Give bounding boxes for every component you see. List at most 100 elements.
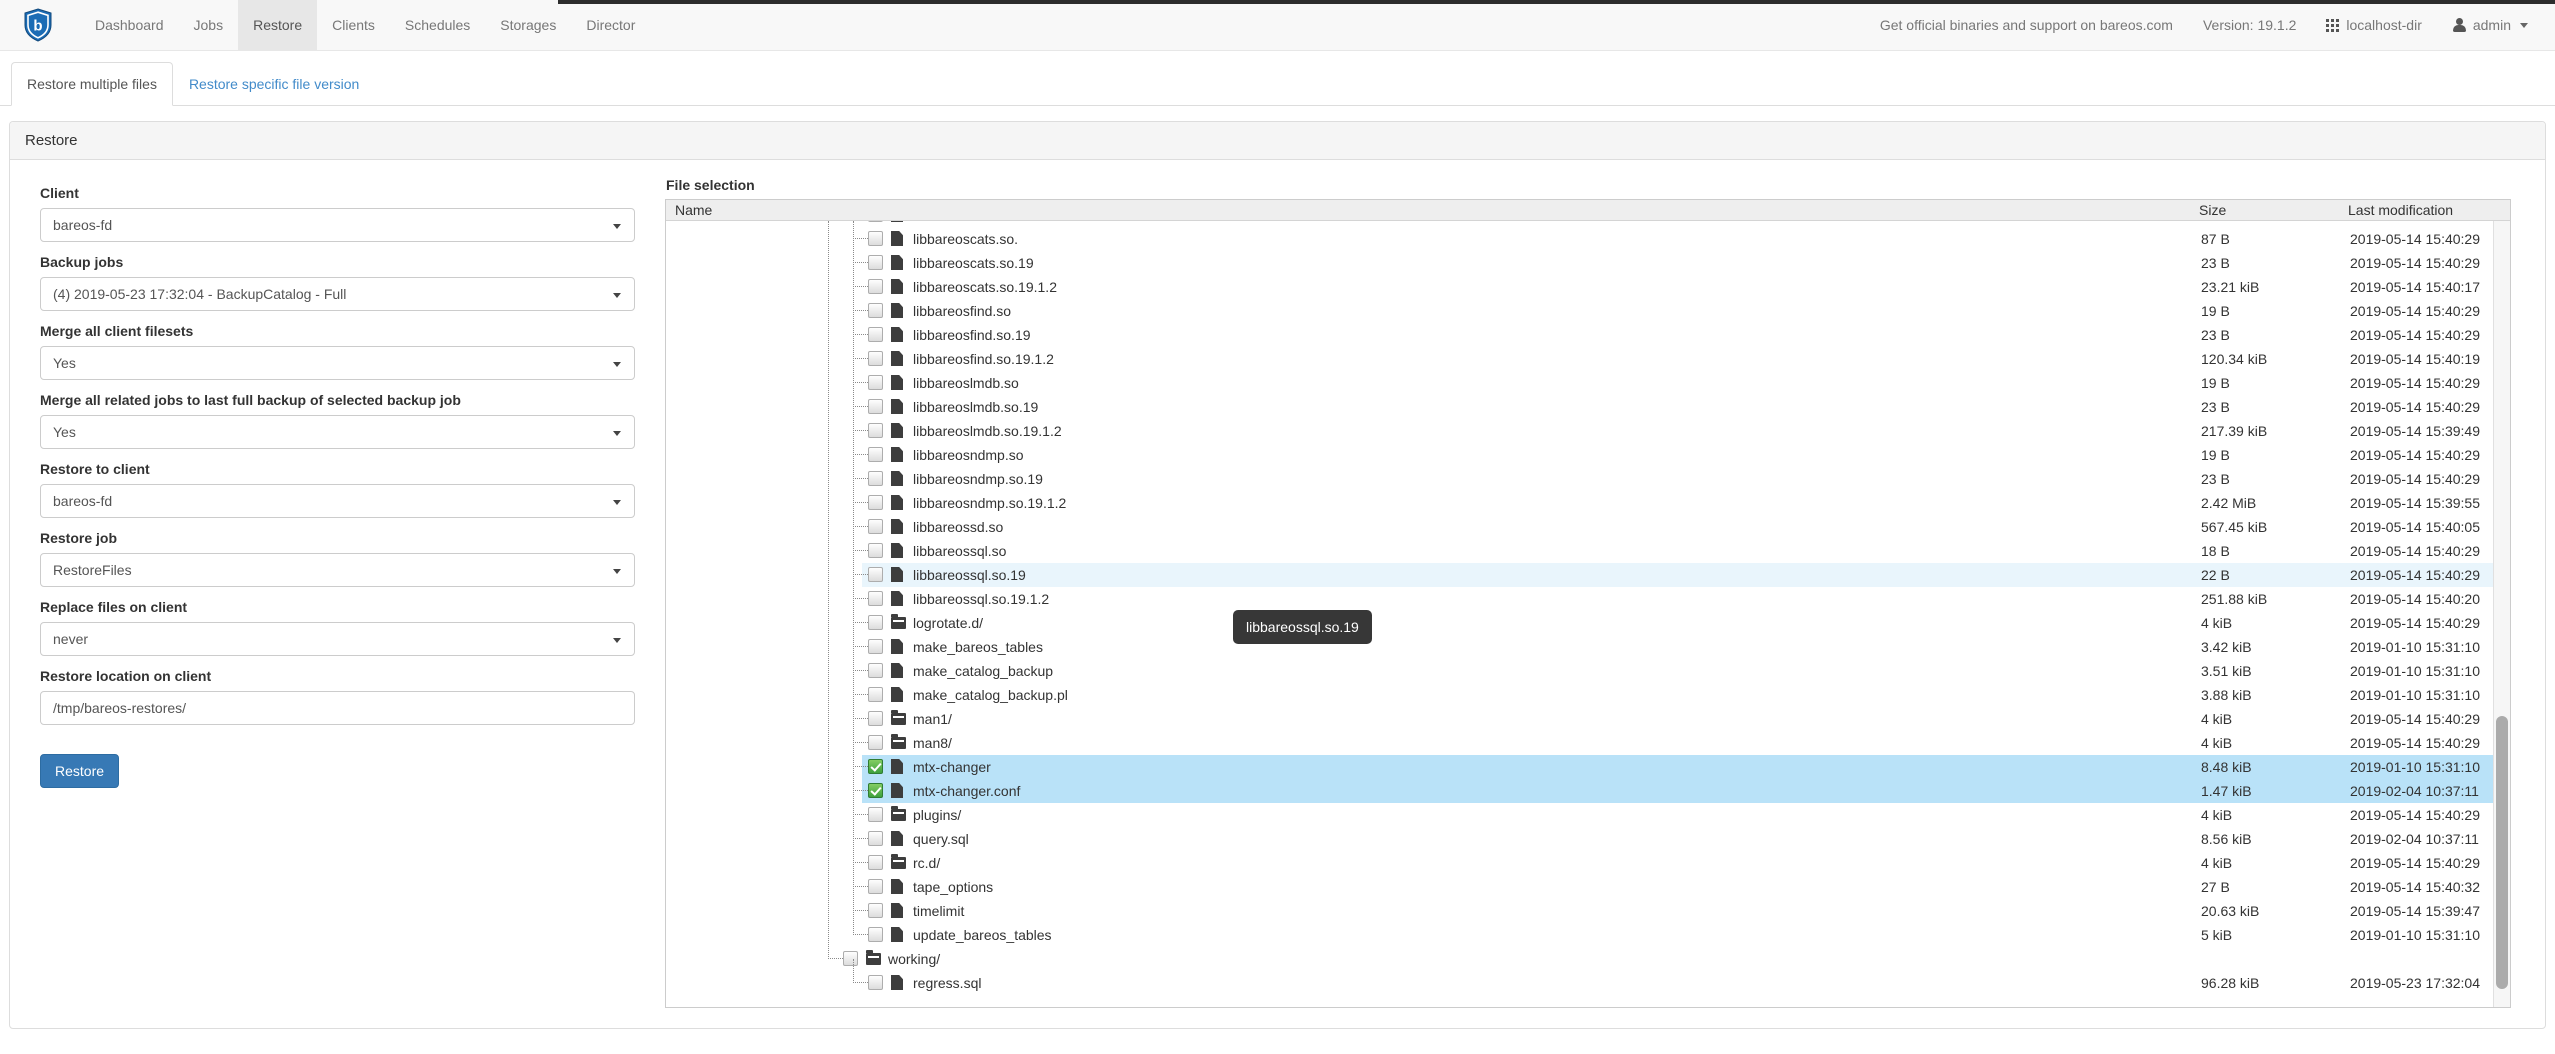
file-checkbox[interactable] bbox=[868, 831, 883, 846]
file-row[interactable]: libbareosndmp.so.19.1.22.42 MiB2019-05-1… bbox=[666, 491, 2510, 515]
dir-row[interactable]: working/ bbox=[666, 947, 2510, 971]
restore-to-client-select[interactable]: bareos-fd bbox=[40, 484, 635, 518]
file-name[interactable]: libbareossql.so.19 bbox=[913, 563, 1026, 587]
file-row[interactable]: tape_options27 B2019-05-14 15:40:32 bbox=[666, 875, 2510, 899]
file-row[interactable]: libbareoscats.so.19.1.223.21 kiB2019-05-… bbox=[666, 275, 2510, 299]
director-menu[interactable]: localhost-dir bbox=[2311, 0, 2436, 50]
restore-job-select[interactable]: RestoreFiles bbox=[40, 553, 635, 587]
file-name[interactable]: libbareosndmp.so bbox=[913, 443, 1024, 467]
file-name[interactable]: libbareoscats.so. bbox=[913, 227, 1018, 251]
file-name[interactable]: libbareoscats.so.19.1.2 bbox=[913, 275, 1057, 299]
file-row[interactable]: libbareosndmp.so.1923 B2019-05-14 15:40:… bbox=[666, 467, 2510, 491]
file-checkbox[interactable] bbox=[868, 543, 883, 558]
file-checkbox[interactable] bbox=[868, 327, 883, 342]
file-checkbox[interactable] bbox=[868, 783, 883, 798]
nav-item-restore[interactable]: Restore bbox=[238, 0, 317, 50]
file-checkbox[interactable] bbox=[868, 375, 883, 390]
file-checkbox[interactable] bbox=[868, 759, 883, 774]
file-row[interactable]: timelimit20.63 kiB2019-05-14 15:39:47 bbox=[666, 899, 2510, 923]
file-name[interactable]: mtx-changer.conf bbox=[913, 779, 1020, 803]
file-checkbox[interactable] bbox=[868, 231, 883, 246]
file-checkbox[interactable] bbox=[868, 735, 883, 750]
file-checkbox[interactable] bbox=[868, 687, 883, 702]
file-row[interactable]: libbareosfind.so.19.1.2120.34 kiB2019-05… bbox=[666, 347, 2510, 371]
file-checkbox[interactable] bbox=[868, 975, 883, 990]
file-row[interactable]: libbareoscats.so.87 B2019-05-14 15:40:29 bbox=[666, 227, 2510, 251]
file-row[interactable]: libbareoscats.so.1923 B2019-05-14 15:40:… bbox=[666, 251, 2510, 275]
file-checkbox[interactable] bbox=[868, 303, 883, 318]
nav-item-storages[interactable]: Storages bbox=[485, 0, 571, 50]
file-checkbox[interactable] bbox=[868, 927, 883, 942]
file-name[interactable]: tape_options bbox=[913, 875, 993, 899]
file-checkbox[interactable] bbox=[868, 471, 883, 486]
file-checkbox[interactable] bbox=[868, 639, 883, 654]
file-checkbox[interactable] bbox=[868, 221, 883, 222]
restore-location-input[interactable] bbox=[40, 691, 635, 725]
user-menu[interactable]: admin bbox=[2437, 0, 2543, 50]
dir-row[interactable]: rc.d/4 kiB2019-05-14 15:40:29 bbox=[666, 851, 2510, 875]
dir-row[interactable]: logrotate.d/4 kiB2019-05-14 15:40:29 bbox=[666, 611, 2510, 635]
merge-related-jobs-select[interactable]: Yes bbox=[40, 415, 635, 449]
file-checkbox[interactable] bbox=[868, 903, 883, 918]
file-row[interactable]: libbareossql.so.19.1.2251.88 kiB2019-05-… bbox=[666, 587, 2510, 611]
restore-button[interactable]: Restore bbox=[40, 754, 119, 788]
file-name[interactable]: make_catalog_backup.pl bbox=[913, 683, 1068, 707]
nav-item-dashboard[interactable]: Dashboard bbox=[80, 0, 179, 50]
file-name[interactable]: make_catalog_backup bbox=[913, 659, 1053, 683]
support-link[interactable]: Get official binaries and support on bar… bbox=[1865, 0, 2188, 50]
file-name[interactable]: libbareossd.so bbox=[913, 515, 1003, 539]
file-name[interactable]: libbareossql.so bbox=[913, 539, 1006, 563]
file-row[interactable]: libbareossql.so18 B2019-05-14 15:40:29 bbox=[666, 539, 2510, 563]
file-checkbox[interactable] bbox=[868, 255, 883, 270]
nav-item-jobs[interactable]: Jobs bbox=[179, 0, 239, 50]
file-name[interactable]: man8/ bbox=[913, 731, 952, 755]
file-checkbox[interactable] bbox=[868, 279, 883, 294]
file-name[interactable]: libbareosndmp.so.19 bbox=[913, 467, 1043, 491]
file-row[interactable]: make_bareos_tables3.42 kiB2019-01-10 15:… bbox=[666, 635, 2510, 659]
file-row[interactable]: libbareossd.so567.45 kiB2019-05-14 15:40… bbox=[666, 515, 2510, 539]
client-select[interactable]: bareos-fd bbox=[40, 208, 635, 242]
scrollbar-thumb[interactable] bbox=[2496, 716, 2508, 989]
file-row[interactable]: update_bareos_tables5 kiB2019-01-10 15:3… bbox=[666, 923, 2510, 947]
file-checkbox[interactable] bbox=[868, 615, 883, 630]
file-checkbox[interactable] bbox=[868, 351, 883, 366]
file-checkbox[interactable] bbox=[868, 591, 883, 606]
file-name[interactable]: mtx-changer bbox=[913, 755, 991, 779]
file-name[interactable]: working/ bbox=[888, 947, 940, 971]
file-checkbox[interactable] bbox=[868, 519, 883, 534]
file-name[interactable]: logrotate.d/ bbox=[913, 611, 983, 635]
column-header-size[interactable]: Size bbox=[2199, 200, 2348, 220]
backup-jobs-select[interactable]: (4) 2019-05-23 17:32:04 - BackupCatalog … bbox=[40, 277, 635, 311]
file-row[interactable]: libbareoslmdb.so19 B2019-05-14 15:40:29 bbox=[666, 371, 2510, 395]
replace-files-select[interactable]: never bbox=[40, 622, 635, 656]
file-row[interactable]: libbareoslmdb.so.19.1.2217.39 kiB2019-05… bbox=[666, 419, 2510, 443]
file-name[interactable]: libbareoscats.so.19 bbox=[913, 251, 1034, 275]
file-row[interactable]: make_catalog_backup3.51 kiB2019-01-10 15… bbox=[666, 659, 2510, 683]
file-name[interactable]: libbareosndmp.so.19.1.2 bbox=[913, 491, 1066, 515]
file-row[interactable]: libbareossql.so.1922 B2019-05-14 15:40:2… bbox=[666, 563, 2510, 587]
file-checkbox[interactable] bbox=[868, 711, 883, 726]
dir-row[interactable]: plugins/4 kiB2019-05-14 15:40:29 bbox=[666, 803, 2510, 827]
nav-item-director[interactable]: Director bbox=[571, 0, 650, 50]
bareos-logo[interactable]: b bbox=[0, 0, 68, 50]
file-name[interactable]: libbareoslmdb.so.19.1.2 bbox=[913, 419, 1062, 443]
file-name[interactable]: libbareoslmdb.so.19 bbox=[913, 395, 1038, 419]
file-name[interactable]: plugins/ bbox=[913, 803, 961, 827]
dir-row[interactable]: man8/4 kiB2019-05-14 15:40:29 bbox=[666, 731, 2510, 755]
file-name[interactable]: libbareoslmdb.so bbox=[913, 371, 1019, 395]
tab-restore-specific-file-version[interactable]: Restore specific file version bbox=[173, 62, 375, 106]
nav-item-schedules[interactable]: Schedules bbox=[390, 0, 485, 50]
file-checkbox[interactable] bbox=[868, 495, 883, 510]
file-checkbox[interactable] bbox=[868, 423, 883, 438]
file-name[interactable]: libbareosfind.so.19.1.2 bbox=[913, 347, 1054, 371]
file-row[interactable]: libbareoslmdb.so.1923 B2019-05-14 15:40:… bbox=[666, 395, 2510, 419]
column-header-name[interactable]: Name bbox=[666, 200, 2199, 220]
file-row[interactable]: mtx-changer.conf1.47 kiB2019-02-04 10:37… bbox=[666, 779, 2510, 803]
file-checkbox[interactable] bbox=[868, 447, 883, 462]
file-row[interactable]: mtx-changer8.48 kiB2019-01-10 15:31:10 bbox=[666, 755, 2510, 779]
merge-filesets-select[interactable]: Yes bbox=[40, 346, 635, 380]
file-row[interactable]: make_catalog_backup.pl3.88 kiB2019-01-10… bbox=[666, 683, 2510, 707]
file-checkbox[interactable] bbox=[868, 879, 883, 894]
file-checkbox[interactable] bbox=[868, 399, 883, 414]
file-name[interactable]: update_bareos_tables bbox=[913, 923, 1052, 947]
